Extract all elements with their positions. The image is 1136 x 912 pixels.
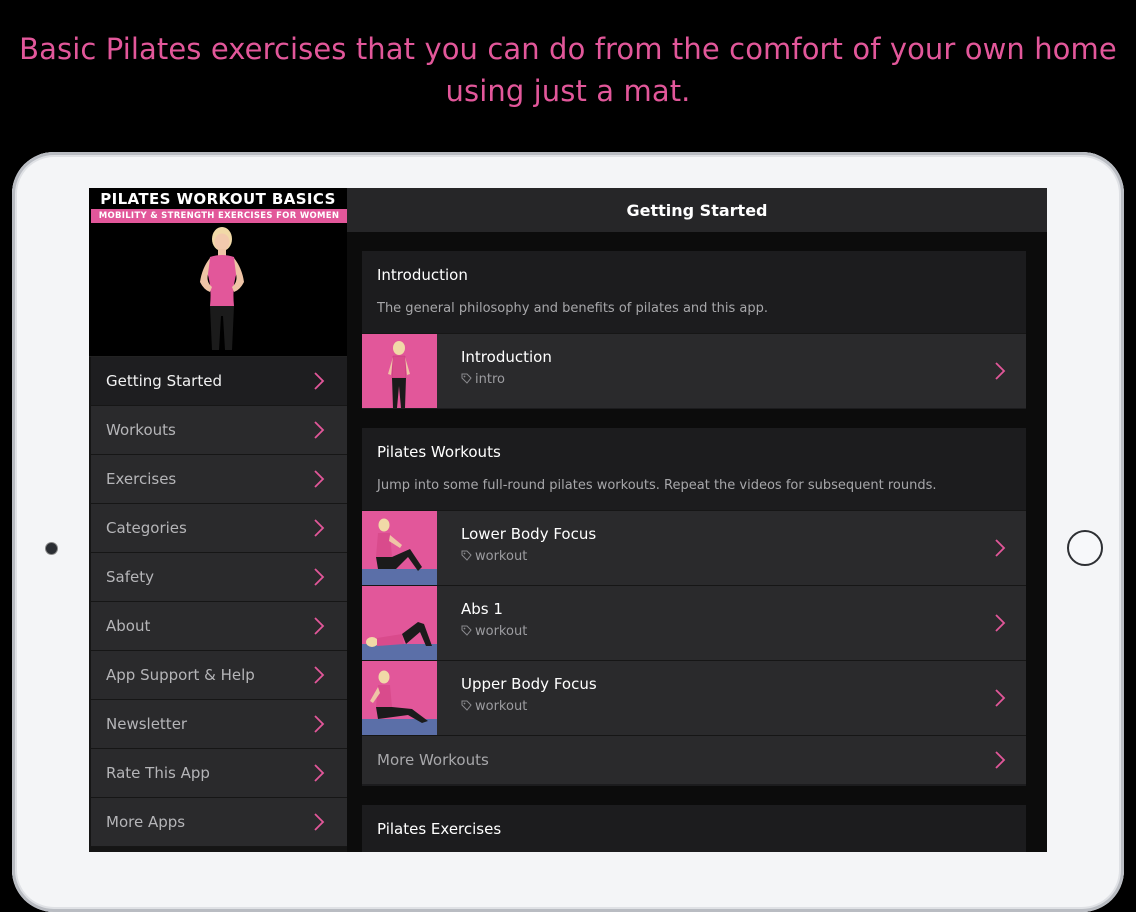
chevron-right-icon xyxy=(314,519,325,537)
chevron-right-icon xyxy=(314,764,325,782)
sidebar-item-app-support[interactable]: App Support & Help xyxy=(91,651,347,700)
brand-banner: PILATES WORKOUT BASICS MOBILITY & STRENG… xyxy=(89,188,347,357)
home-button[interactable] xyxy=(1067,530,1103,566)
promo-headline-line-2: using just a mat. xyxy=(445,74,691,108)
intro-section: Introduction The general philosophy and … xyxy=(362,251,1026,409)
sidebar-item-label: Categories xyxy=(106,519,187,537)
sidebar-item-label: Safety xyxy=(106,568,154,586)
workouts-section: Pilates Workouts Jump into some full-rou… xyxy=(362,428,1026,786)
list-item-tag: workout xyxy=(461,549,527,564)
list-item-tag: intro xyxy=(461,372,505,387)
list-item-title: Upper Body Focus xyxy=(461,675,597,693)
sidebar-item-rate-this-app[interactable]: Rate This App xyxy=(91,749,347,798)
chevron-right-icon xyxy=(995,751,1006,769)
list-item-tag: workout xyxy=(461,624,527,639)
sidebar: PILATES WORKOUT BASICS MOBILITY & STRENG… xyxy=(89,188,347,852)
list-item-title: Abs 1 xyxy=(461,600,503,618)
main-content: Getting Started Introduction The general… xyxy=(347,188,1047,852)
brand-title: PILATES WORKOUT BASICS xyxy=(100,190,336,208)
sidebar-item-exercises[interactable]: Exercises xyxy=(91,455,347,504)
sidebar-item-label: Exercises xyxy=(106,470,177,488)
section-title: Introduction xyxy=(377,266,468,284)
list-item-tag-label: workout xyxy=(475,699,528,714)
list-item-introduction[interactable]: Introduction intro xyxy=(362,333,1026,408)
app-screen: PILATES WORKOUT BASICS MOBILITY & STRENG… xyxy=(89,188,1047,852)
page-title: Getting Started xyxy=(347,188,1047,232)
list-item-tag: workout xyxy=(461,699,527,714)
list-item-title: Introduction xyxy=(461,348,552,366)
sidebar-item-workouts[interactable]: Workouts xyxy=(91,406,347,455)
chevron-right-icon xyxy=(314,568,325,586)
chevron-right-icon xyxy=(995,362,1006,380)
list-item-tag-label: intro xyxy=(475,372,505,387)
sidebar-item-more-apps[interactable]: More Apps xyxy=(91,798,347,847)
chevron-right-icon xyxy=(314,666,325,684)
promo-headline-line-1: Basic Pilates exercises that you can do … xyxy=(19,32,1117,66)
sidebar-item-safety[interactable]: Safety xyxy=(91,553,347,602)
sidebar-item-categories[interactable]: Categories xyxy=(91,504,347,553)
sidebar-nav: Getting Started Workouts Exercises Categ… xyxy=(91,357,347,847)
exercises-section: Pilates Exercises xyxy=(362,805,1026,852)
list-item-lower-body-focus[interactable]: Lower Body Focus workout xyxy=(362,510,1026,585)
list-item-upper-body-focus[interactable]: Upper Body Focus workout xyxy=(362,660,1026,735)
sidebar-item-getting-started[interactable]: Getting Started xyxy=(91,357,347,406)
chevron-right-icon xyxy=(314,421,325,439)
list-item-tag-label: workout xyxy=(475,549,528,564)
chevron-right-icon xyxy=(314,715,325,733)
video-thumbnail xyxy=(362,586,437,660)
brand-subtitle: MOBILITY & STRENGTH EXERCISES FOR WOMEN xyxy=(91,209,347,223)
section-description: The general philosophy and benefits of p… xyxy=(377,301,768,316)
tag-icon xyxy=(461,625,472,636)
more-workouts-link[interactable]: More Workouts xyxy=(362,735,1026,784)
chevron-right-icon xyxy=(995,689,1006,707)
section-title: Pilates Workouts xyxy=(377,443,501,461)
sidebar-item-newsletter[interactable]: Newsletter xyxy=(91,700,347,749)
tag-icon xyxy=(461,700,472,711)
list-item-title: Lower Body Focus xyxy=(461,525,597,543)
sidebar-item-label: Getting Started xyxy=(106,372,222,390)
sidebar-item-label: More Apps xyxy=(106,813,186,831)
promo-headline: Basic Pilates exercises that you can do … xyxy=(0,28,1136,112)
chevron-right-icon xyxy=(314,470,325,488)
section-description: Jump into some full-round pilates workou… xyxy=(377,478,937,493)
video-thumbnail xyxy=(362,661,437,735)
sidebar-item-label: About xyxy=(106,617,151,635)
sidebar-item-label: App Support & Help xyxy=(106,666,255,684)
chevron-right-icon xyxy=(314,372,325,390)
sidebar-item-label: Newsletter xyxy=(106,715,188,733)
tag-icon xyxy=(461,373,472,384)
camera-icon xyxy=(46,543,57,554)
sidebar-item-label: Workouts xyxy=(106,421,176,439)
section-title: Pilates Exercises xyxy=(377,820,502,838)
sidebar-item-label: Rate This App xyxy=(106,764,210,782)
chevron-right-icon xyxy=(995,539,1006,557)
instructor-image xyxy=(200,227,244,350)
tag-icon xyxy=(461,550,472,561)
sidebar-item-about[interactable]: About xyxy=(91,602,347,651)
list-item-abs-1[interactable]: Abs 1 workout xyxy=(362,585,1026,660)
chevron-right-icon xyxy=(314,617,325,635)
chevron-right-icon xyxy=(995,614,1006,632)
list-item-tag-label: workout xyxy=(475,624,528,639)
more-workouts-label: More Workouts xyxy=(377,751,489,769)
video-thumbnail xyxy=(362,511,437,585)
video-thumbnail xyxy=(362,334,437,408)
chevron-right-icon xyxy=(314,813,325,831)
